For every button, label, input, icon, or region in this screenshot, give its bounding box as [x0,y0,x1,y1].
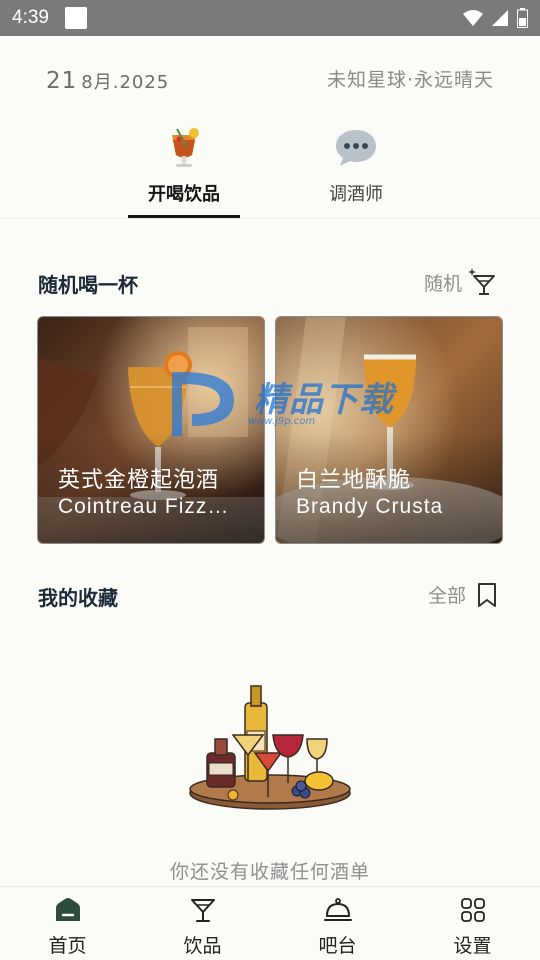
grid-settings-icon [460,895,486,925]
battery-icon [517,8,528,28]
nav-drinks-label: 饮品 [183,935,222,957]
watermark-url: www.j9p.com [248,416,316,427]
date-month-year: 8月.2025 [81,72,170,93]
all-favorites-button[interactable]: 全部 [428,581,498,608]
status-bar: 4:39 [0,0,540,36]
date-display: 21 8月.2025 [46,68,169,94]
tab-drinks-label: 开喝饮品 [148,184,220,205]
header-divider [0,218,540,219]
nav-settings[interactable]: 设置 [405,887,540,960]
watermark: 精品下载 www.j9p.com [168,366,408,442]
random-button[interactable]: 随机 [424,268,498,296]
tab-drinks[interactable]: 开喝饮品 [114,124,254,206]
top-tabs: 开喝饮品 调酒师 [0,124,540,220]
tab-bartender[interactable]: 调酒师 [286,124,426,206]
bar-bell-icon [323,895,352,925]
cocktail-glass-sparkle-icon [468,268,495,295]
random-section-title: 随机喝一杯 [38,273,138,297]
signal-icon [492,10,508,26]
drink-name-en: Cointreau Fizz… [58,495,230,518]
motto-text: 未知星球·永远晴天 [326,69,494,91]
home-icon [54,895,82,925]
nav-home[interactable]: 首页 [0,887,135,960]
speech-bubble-icon [286,124,426,172]
bookmark-icon [478,582,496,607]
nav-bar-label: 吧台 [318,935,357,957]
nav-home-label: 首页 [48,935,87,957]
nav-settings-label: 设置 [453,935,492,957]
cocktail-glass-icon [190,895,216,925]
all-favorites-label: 全部 [427,585,466,607]
cocktail-icon [114,124,254,172]
watermark-brand: 精品下载 [254,380,394,420]
random-button-label: 随机 [423,272,462,295]
drink-name-cn: 英式金橙起泡酒 [58,468,220,493]
empty-favorites-text: 你还没有收藏任何酒单 [169,861,370,883]
wifi-icon [463,10,483,26]
status-icons [463,8,528,28]
bottom-nav: 首页 饮品 吧台 设置 [0,886,540,960]
drink-name-en: Brandy Crusta [296,495,444,518]
status-time: 4:39 [12,7,49,28]
tab-bartender-label: 调酒师 [329,184,383,205]
nav-drinks[interactable]: 饮品 [135,887,270,960]
date-day: 21 [46,68,78,94]
drink-name-cn: 白兰地酥脆 [296,468,412,493]
favorites-section-title: 我的收藏 [38,586,118,610]
notification-icon [64,7,87,29]
nav-bar[interactable]: 吧台 [270,887,405,960]
empty-favorites-illustration [189,685,351,810]
